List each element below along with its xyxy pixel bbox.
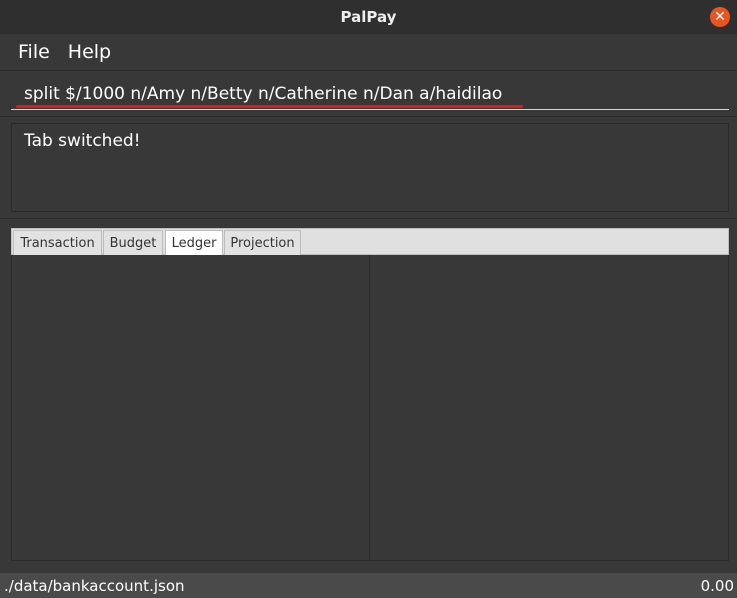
ledger-right-panel xyxy=(372,255,728,560)
command-divider xyxy=(0,116,737,117)
tab-budget[interactable]: Budget xyxy=(103,230,163,255)
menu-help[interactable]: Help xyxy=(59,41,120,63)
close-window-button[interactable]: ✕ xyxy=(710,7,730,27)
tab-ledger[interactable]: Ledger xyxy=(165,230,223,255)
ledger-left-panel xyxy=(13,255,370,560)
result-message: Tab switched! xyxy=(24,131,141,151)
tab-content xyxy=(11,255,729,561)
tab-pane: Transaction Budget Ledger Projection xyxy=(11,228,729,561)
spellcheck-underline xyxy=(16,105,523,108)
menu-bar: File Help xyxy=(0,34,737,70)
tab-header: Transaction Budget Ledger Projection xyxy=(11,228,729,255)
menu-file[interactable]: File xyxy=(9,41,59,63)
title-bar: PalPay ✕ xyxy=(0,0,737,34)
result-display: Tab switched! xyxy=(11,123,729,212)
window-title: PalPay xyxy=(340,8,397,26)
status-balance: 0.00 xyxy=(700,576,734,595)
command-box xyxy=(11,78,729,110)
result-divider xyxy=(0,218,737,219)
status-file-path: ./data/bankaccount.json xyxy=(4,576,185,595)
tab-transaction[interactable]: Transaction xyxy=(13,230,102,255)
tab-projection[interactable]: Projection xyxy=(224,230,301,255)
close-icon: ✕ xyxy=(714,9,726,25)
status-bar: ./data/bankaccount.json 0.00 xyxy=(0,573,737,598)
menu-divider xyxy=(0,70,737,71)
